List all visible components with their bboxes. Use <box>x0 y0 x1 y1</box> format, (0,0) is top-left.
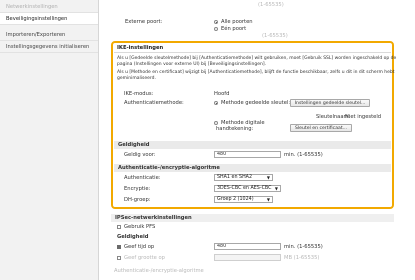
key-name-value: Niet ingesteld <box>345 114 382 120</box>
sidebar-item-import-export[interactable]: Importeren/Exporteren <box>0 29 98 41</box>
dh-group-label: DH-groep: <box>124 197 151 203</box>
specify-time-input[interactable] <box>214 243 281 250</box>
ike-settings-title: IKE-instellingen <box>117 45 164 51</box>
sidebar-item-security-settings[interactable]: Beveiligingsinstellingen <box>0 13 98 25</box>
specify-time-unit: min. (1-65535) <box>284 244 323 250</box>
psk-settings-button[interactable]: Instellingen gedeelde sleutel... <box>290 99 370 107</box>
psk-method-label: Methode gedeelde sleutel: <box>221 100 291 106</box>
external-port-label: Externe poort: <box>125 19 163 25</box>
ike-mode-value: Hoofd <box>214 91 230 97</box>
all-ports-radio[interactable] <box>214 20 218 24</box>
key-certificate-button[interactable]: Sleutel en certificaat... <box>290 124 352 132</box>
ike-info-text-3: Als u [Methode en certificaat] wijzigt b… <box>117 70 395 75</box>
ike-mode-label: IKE-modus: <box>124 91 154 97</box>
specify-size-input[interactable] <box>214 254 281 261</box>
ike-info-text-4: geminimaliseerd. <box>117 76 156 81</box>
bottom-faded-section: Authenticatie-/encryptie-algoritme <box>114 268 204 274</box>
ipsec-section-header: IPSec-netwerkinstellingen <box>111 214 394 222</box>
psk-method-radio[interactable] <box>214 101 218 105</box>
dh-group-select[interactable]: Groep 2 (1024) ▼ <box>214 196 273 203</box>
chevron-down-icon: ▼ <box>266 175 270 180</box>
chevron-down-icon: ▼ <box>266 197 270 202</box>
authentication-select-value: SHA1 en SHA2 <box>217 175 253 180</box>
specify-size-unit: MB (1-65535) <box>284 255 320 261</box>
all-ports-label: Alle poorten <box>221 19 253 25</box>
one-port-radio[interactable] <box>214 27 218 31</box>
authentication-select[interactable]: SHA1 en SHA2 ▼ <box>214 174 273 181</box>
valid-for-unit: min. (1-65535) <box>284 152 323 158</box>
ike-info-text-2: pagina (Instellingen voor externe UI) bi… <box>117 62 267 67</box>
validity-section-header: Geldigheid <box>114 141 391 149</box>
algorithm-section-header: Authenticatie-/encryptie-algoritme <box>114 164 391 172</box>
chevron-down-icon: ▼ <box>274 186 278 191</box>
sidebar-item-initialize-settings[interactable]: Instellingsgegevens initialiseren <box>0 41 98 53</box>
signature-method-radio[interactable] <box>214 121 218 125</box>
dh-group-select-value: Groep 2 (1024) <box>217 197 254 202</box>
sidebar: Netwerkinstellingen Beveiligingsinstelli… <box>0 0 99 280</box>
one-port-label: Eén poort <box>221 26 247 32</box>
signature-method-label-2: handtekening: <box>216 126 254 132</box>
ike-title-divider <box>114 52 391 53</box>
valid-for-input[interactable] <box>214 151 281 158</box>
encryption-select-value: 3DES-CBC en AES-CBC <box>217 186 272 191</box>
use-pfs-checkbox[interactable] <box>117 225 121 229</box>
ike-info-text-1: Als u [Gedeelde sleutelmethode] bij [Aut… <box>117 56 397 61</box>
authentication-label: Authenticatie: <box>124 175 161 181</box>
encryption-label: Encryptie: <box>124 186 151 192</box>
specify-time-checkbox[interactable] <box>117 245 121 249</box>
specify-time-label: Geef tijd op <box>124 244 155 250</box>
faded-port-range-top: (1-65535) <box>258 2 284 8</box>
use-pfs-label: Gebruik PFS <box>124 224 156 230</box>
specify-size-checkbox[interactable] <box>117 256 121 260</box>
encryption-select[interactable]: 3DES-CBC en AES-CBC ▼ <box>214 185 281 192</box>
faded-port-range: (1-65535) <box>262 33 288 39</box>
specify-size-label: Geef grootte op <box>124 255 165 261</box>
valid-for-label: Geldig voor: <box>124 152 156 158</box>
auth-method-label: Authenticatiemethode: <box>124 100 184 106</box>
ipsec-validity-label: Geldigheid <box>117 234 149 240</box>
sidebar-item-network-settings[interactable]: Netwerkinstellingen <box>0 1 98 13</box>
